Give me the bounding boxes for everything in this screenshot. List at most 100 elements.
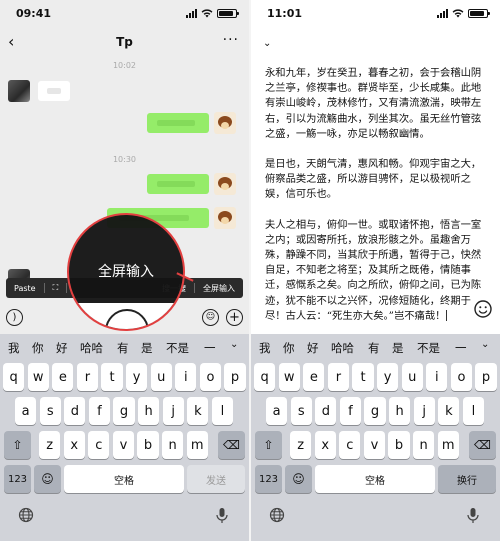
send-key[interactable]: 发送 <box>187 465 245 493</box>
space-key[interactable]: 空格 <box>315 465 435 493</box>
letter-key[interactable]: b <box>388 431 410 459</box>
letter-key[interactable]: a <box>15 397 37 425</box>
shift-key[interactable]: ⇧ <box>255 431 282 459</box>
letter-key[interactable]: q <box>3 363 25 391</box>
letter-key[interactable]: k <box>438 397 460 425</box>
letter-key[interactable]: h <box>138 397 160 425</box>
my-avatar[interactable] <box>214 207 236 229</box>
letter-key[interactable]: t <box>352 363 374 391</box>
letter-key[interactable]: p <box>475 363 497 391</box>
emoji-icon[interactable] <box>474 300 492 318</box>
letter-key[interactable]: y <box>126 363 148 391</box>
letter-key[interactable]: x <box>314 431 336 459</box>
letter-key[interactable]: r <box>327 363 350 391</box>
letter-key[interactable]: d <box>315 397 337 425</box>
candidate-word[interactable]: 有 <box>117 340 129 356</box>
letter-key[interactable]: m <box>186 431 208 459</box>
my-avatar[interactable] <box>214 173 236 195</box>
message-bubble-sent[interactable] <box>147 113 209 133</box>
expand-candidates-icon[interactable]: ⌄ <box>230 339 238 350</box>
letter-key[interactable]: s <box>290 397 312 425</box>
letter-key[interactable]: d <box>64 397 86 425</box>
expand-candidates-icon[interactable]: ⌄ <box>481 339 489 350</box>
letter-key[interactable]: g <box>364 397 386 425</box>
letter-key[interactable]: v <box>112 431 135 459</box>
letter-key[interactable]: m <box>437 431 459 459</box>
candidate-word[interactable]: 不是 <box>166 340 189 356</box>
microphone-icon[interactable] <box>466 507 480 524</box>
letter-key[interactable]: b <box>137 431 159 459</box>
letter-key[interactable]: e <box>52 363 74 391</box>
my-avatar[interactable] <box>214 112 236 134</box>
candidate-word[interactable]: 是 <box>141 340 153 356</box>
letter-key[interactable]: l <box>462 397 485 425</box>
emoji-icon[interactable]: ☺ <box>202 309 219 326</box>
letter-key[interactable]: q <box>254 363 276 391</box>
letter-key[interactable]: v <box>363 431 386 459</box>
candidate-word[interactable]: 一 <box>455 340 467 356</box>
letter-key[interactable]: u <box>401 363 423 391</box>
voice-icon[interactable]: ) <box>6 309 23 326</box>
letter-key[interactable]: p <box>224 363 246 391</box>
letter-key[interactable]: u <box>150 363 172 391</box>
microphone-icon[interactable] <box>215 507 229 524</box>
return-key[interactable]: 换行 <box>438 465 496 493</box>
globe-icon[interactable] <box>18 507 34 523</box>
letter-key[interactable]: j <box>162 397 184 425</box>
letter-key[interactable]: f <box>88 397 111 425</box>
scan-menu-icon[interactable]: ⛶ <box>45 283 67 293</box>
fullscreen-input-menu-item[interactable]: 全屏输入 <box>195 283 243 294</box>
letter-key[interactable]: y <box>377 363 399 391</box>
candidate-word[interactable]: 有 <box>368 340 380 356</box>
candidate-word[interactable]: 一 <box>204 340 216 356</box>
letter-key[interactable]: w <box>278 363 300 391</box>
letter-key[interactable]: e <box>303 363 325 391</box>
fullscreen-text-area[interactable]: 永和九年，岁在癸丑，暮春之初，会于会稽山阴之兰亭，修禊事也。群贤毕至，少长咸集。… <box>265 66 486 339</box>
letter-key[interactable]: a <box>266 397 288 425</box>
candidate-word[interactable]: 好 <box>307 340 319 356</box>
letter-key[interactable]: w <box>27 363 49 391</box>
candidate-word[interactable]: 不是 <box>417 340 440 356</box>
shift-key[interactable]: ⇧ <box>4 431 31 459</box>
letter-key[interactable]: z <box>290 431 312 459</box>
letter-key[interactable]: i <box>426 363 448 391</box>
numbers-key[interactable]: 123 <box>4 465 31 493</box>
candidate-word[interactable]: 哈哈 <box>331 340 354 356</box>
message-bubble-received[interactable] <box>38 81 70 101</box>
letter-key[interactable]: n <box>162 431 184 459</box>
letter-key[interactable]: c <box>339 431 361 459</box>
candidate-word[interactable]: 是 <box>392 340 404 356</box>
candidate-word[interactable]: 你 <box>32 340 44 356</box>
letter-key[interactable]: j <box>413 397 435 425</box>
delete-key[interactable]: ⌫ <box>218 431 245 459</box>
message-bubble-sent[interactable] <box>147 174 209 194</box>
letter-key[interactable]: l <box>211 397 234 425</box>
collapse-chevron-icon[interactable]: ⌄ <box>263 38 271 49</box>
numbers-key[interactable]: 123 <box>255 465 282 493</box>
emoji-key-icon[interactable]: ☺ <box>34 465 61 493</box>
candidate-word[interactable]: 我 <box>259 340 271 356</box>
plus-icon[interactable]: + <box>226 309 243 326</box>
contact-avatar[interactable] <box>8 80 30 102</box>
letter-key[interactable]: x <box>63 431 85 459</box>
back-chevron-icon[interactable]: ‹ <box>8 32 14 51</box>
emoji-key-icon[interactable]: ☺ <box>285 465 312 493</box>
letter-key[interactable]: o <box>450 363 473 391</box>
space-key[interactable]: 空格 <box>64 465 184 493</box>
letter-key[interactable]: z <box>39 431 61 459</box>
letter-key[interactable]: f <box>339 397 362 425</box>
letter-key[interactable]: t <box>101 363 123 391</box>
candidate-word[interactable]: 我 <box>8 340 20 356</box>
candidate-word[interactable]: 好 <box>56 340 68 356</box>
letter-key[interactable]: g <box>113 397 135 425</box>
letter-key[interactable]: n <box>413 431 435 459</box>
paste-menu-item[interactable]: Paste <box>6 284 44 293</box>
letter-key[interactable]: s <box>39 397 61 425</box>
candidate-word[interactable]: 你 <box>283 340 295 356</box>
letter-key[interactable]: r <box>76 363 99 391</box>
globe-icon[interactable] <box>269 507 285 523</box>
letter-key[interactable]: c <box>88 431 110 459</box>
letter-key[interactable]: o <box>199 363 222 391</box>
letter-key[interactable]: k <box>187 397 209 425</box>
letter-key[interactable]: i <box>175 363 197 391</box>
